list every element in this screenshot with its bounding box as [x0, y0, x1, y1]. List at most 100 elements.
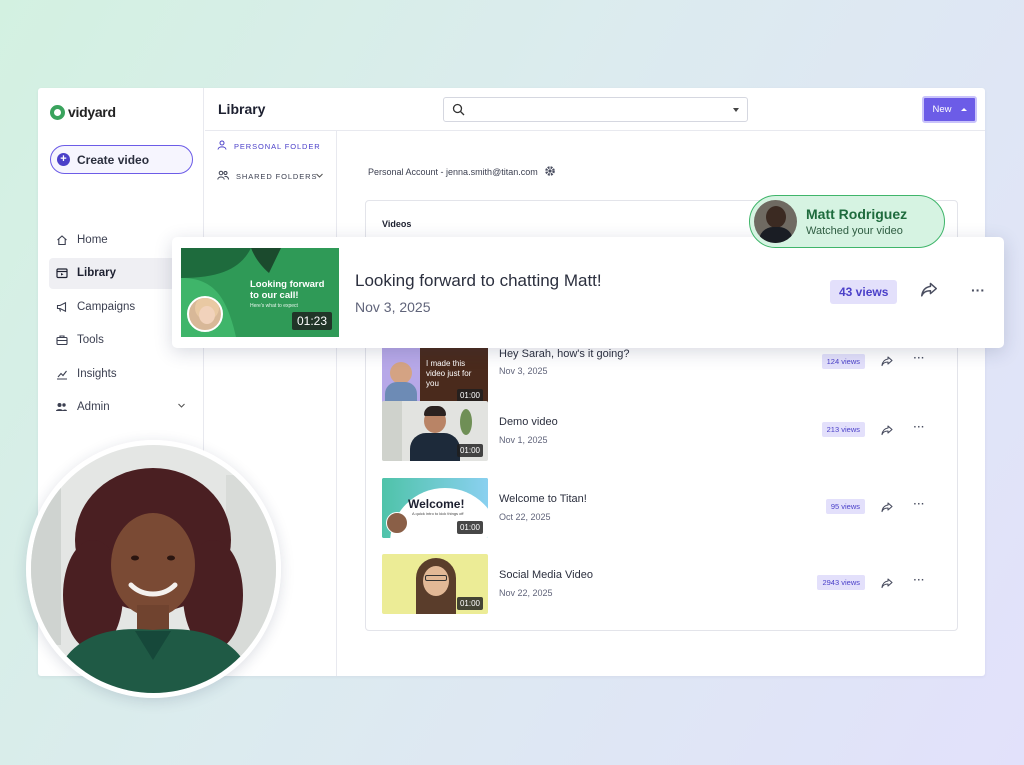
library-icon — [55, 267, 68, 280]
more-options-icon[interactable]: ··· — [914, 576, 926, 586]
search-dropdown-icon[interactable] — [733, 108, 739, 112]
new-button-label: New — [932, 104, 952, 115]
thumb-plant — [460, 409, 472, 435]
video-title[interactable]: Looking forward to chatting Matt! — [355, 271, 602, 291]
video-thumbnail[interactable]: Looking forward to our call! Here's what… — [181, 248, 339, 337]
sidebar-item-label: Insights — [77, 367, 117, 380]
video-title[interactable]: Welcome to Titan! — [499, 493, 587, 505]
sidebar-item-label: Tools — [77, 334, 104, 346]
sidebar-item-admin[interactable]: Admin — [49, 392, 194, 423]
video-thumbnail[interactable]: 01:00 — [382, 554, 488, 614]
people-icon — [55, 401, 68, 414]
thumb-subcaption: A quick intro to kick things off — [412, 511, 464, 516]
thumb-caption: I made this video just for you — [426, 359, 472, 388]
video-row[interactable]: Welcome! A quick intro to kick things of… — [382, 478, 947, 538]
chevron-down-icon[interactable] — [315, 171, 324, 182]
sidebar-item-insights[interactable]: Insights — [49, 358, 194, 389]
viewer-name: Matt Rodriguez — [806, 206, 908, 222]
more-options-icon[interactable]: ··· — [914, 500, 926, 510]
duration-badge: 01:00 — [456, 597, 483, 610]
viewer-avatar — [754, 200, 797, 243]
logo-mark-icon — [50, 104, 65, 120]
views-badge: 43 views — [830, 280, 898, 304]
sidebar-item-label: Campaigns — [77, 300, 136, 313]
video-date: Nov 3, 2025 — [499, 366, 548, 376]
video-row[interactable]: 01:00 Social Media Video Nov 22, 2025 29… — [382, 554, 947, 614]
video-date: Oct 22, 2025 — [499, 512, 551, 522]
video-thumbnail[interactable]: Welcome! A quick intro to kick things of… — [382, 478, 488, 538]
create-video-button[interactable]: + Create video — [50, 145, 193, 174]
person-avatar — [386, 512, 408, 534]
views-badge: 213 views — [821, 422, 865, 437]
video-title[interactable]: Demo video — [499, 416, 558, 428]
new-button[interactable]: New — [922, 96, 977, 123]
gear-icon[interactable] — [544, 165, 556, 179]
more-options-icon[interactable]: ··· — [971, 283, 985, 297]
video-title[interactable]: Hey Sarah, how's it going? — [499, 348, 630, 360]
portrait-illustration — [31, 445, 276, 693]
page-title: Library — [218, 101, 266, 117]
share-icon[interactable] — [881, 423, 893, 441]
viewer-suit — [759, 227, 793, 243]
views-badge: 124 views — [821, 354, 865, 369]
duration-badge: 01:00 — [456, 444, 483, 457]
video-title[interactable]: Social Media Video — [499, 569, 593, 581]
search-input[interactable] — [443, 97, 748, 122]
chevron-down-icon[interactable] — [177, 401, 186, 413]
person-shirt — [410, 433, 460, 461]
person-hair — [424, 406, 446, 416]
views-badge: 2943 views — [817, 575, 865, 590]
share-icon[interactable] — [920, 282, 938, 303]
share-icon[interactable] — [881, 354, 893, 372]
video-date: Nov 3, 2025 — [355, 299, 431, 315]
create-video-label: Create video — [77, 152, 150, 167]
video-thumbnail[interactable]: I made this video just for you 01:00 — [382, 346, 488, 406]
share-icon[interactable] — [881, 500, 893, 518]
person-avatar — [187, 296, 223, 332]
viewer-face — [766, 206, 786, 228]
thumb-caption: Welcome! — [408, 497, 465, 511]
views-badge: 95 views — [825, 499, 865, 514]
viewer-notification[interactable]: Matt Rodriguez Watched your video — [749, 195, 945, 248]
vidyard-logo[interactable]: vidyard — [50, 104, 116, 120]
sidebar-item-label: Admin — [77, 401, 110, 413]
person-avatar — [390, 362, 412, 384]
viewer-message: Watched your video — [806, 225, 903, 237]
more-options-icon[interactable]: ··· — [914, 354, 926, 364]
thumb-wall — [382, 401, 402, 461]
video-date: Nov 22, 2025 — [499, 588, 553, 598]
megaphone-icon — [55, 300, 68, 313]
duration-badge: 01:00 — [456, 521, 483, 534]
thumb-caption: Looking forward to our call! — [250, 279, 325, 301]
video-row[interactable]: I made this video just for you 01:00 Hey… — [382, 346, 947, 406]
thumb-subcaption: Here's what to expect — [250, 303, 298, 309]
person-glasses — [425, 575, 447, 581]
sidebar-item-label: Library — [77, 267, 116, 279]
video-date: Nov 1, 2025 — [499, 435, 548, 445]
account-label-row: Personal Account - jenna.smith@titan.com — [368, 165, 556, 179]
folder-personal-label: Personal folder — [234, 141, 321, 151]
user-icon — [217, 140, 227, 152]
folder-personal[interactable]: Personal folder — [205, 131, 336, 161]
top-bar: Library New — [205, 88, 985, 131]
plus-icon: + — [57, 153, 70, 166]
home-icon — [55, 233, 68, 246]
folder-shared-label: Shared folders — [236, 171, 318, 181]
caret-up-icon — [960, 108, 967, 111]
more-options-icon[interactable]: ··· — [914, 423, 926, 433]
briefcase-icon — [55, 334, 68, 347]
person-face — [199, 306, 215, 324]
duration-badge: 01:23 — [291, 312, 332, 330]
folder-shared[interactable]: Shared folders — [205, 161, 336, 191]
sidebar-item-label: Home — [77, 233, 108, 246]
videos-title: Videos — [382, 219, 412, 229]
presenter-portrait — [26, 440, 281, 698]
share-icon[interactable] — [881, 576, 893, 594]
users-icon — [217, 170, 229, 182]
video-row[interactable]: 01:00 Demo video Nov 1, 2025 213 views ·… — [382, 401, 947, 461]
video-thumbnail[interactable]: 01:00 — [382, 401, 488, 461]
insights-icon — [55, 367, 68, 380]
account-label: Personal Account - jenna.smith@titan.com — [368, 167, 538, 177]
logo-text: vidyard — [68, 104, 116, 120]
highlighted-video-card[interactable]: Looking forward to our call! Here's what… — [172, 237, 1004, 348]
